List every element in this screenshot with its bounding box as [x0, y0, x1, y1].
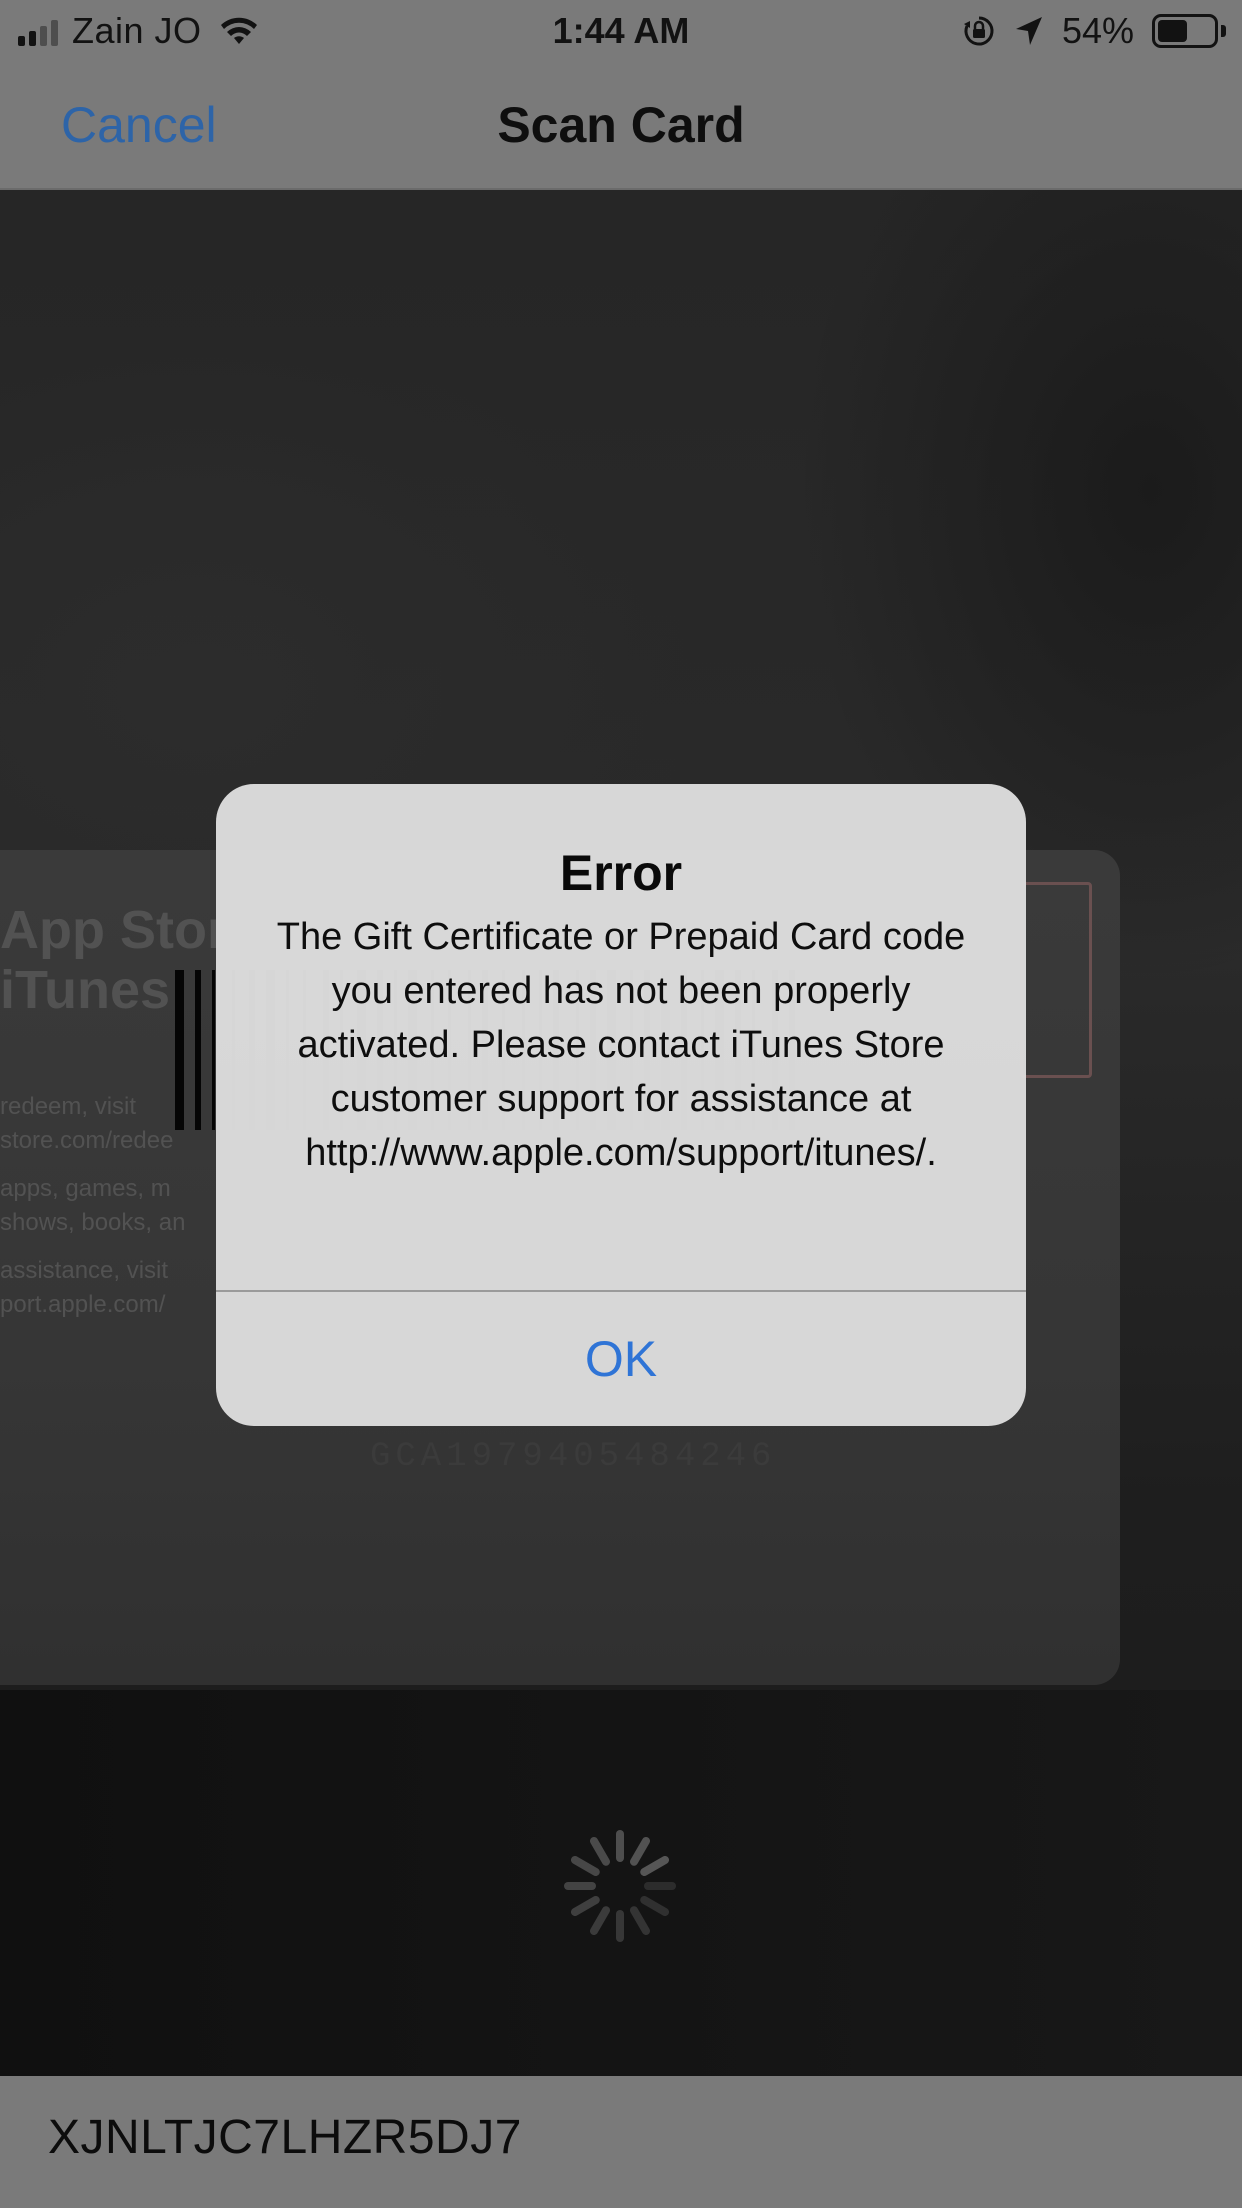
- orientation-lock-icon: [963, 16, 994, 46]
- card-graphic: [1020, 882, 1092, 1078]
- page-title: Scan Card: [497, 97, 745, 153]
- location-arrow-icon: [1015, 17, 1042, 45]
- card-instructions-text: redeem, visit store.com/redee apps, game…: [0, 1093, 186, 1318]
- ok-button[interactable]: OK: [216, 1292, 1026, 1426]
- card-serial-number: GCA1979405484246: [370, 1438, 777, 1476]
- redeem-code-field[interactable]: [48, 2110, 1148, 2165]
- activity-spinner-icon: [564, 1830, 676, 1942]
- scan-card-screen: Zain JO 1:44 AM 54% Cancel Scan Card App…: [0, 0, 1242, 2208]
- alert-title: Error: [559, 845, 683, 901]
- status-right: 54%: [962, 8, 1226, 54]
- code-entry-bar: [0, 2076, 1242, 2208]
- battery-icon: [1152, 14, 1226, 48]
- navigation-bar: Cancel Scan Card: [0, 62, 1242, 190]
- battery-percent: 54%: [1061, 10, 1134, 51]
- alert-message: The Gift Certificate or Prepaid Card cod…: [276, 916, 966, 1174]
- status-bar: Zain JO 1:44 AM 54%: [0, 0, 1242, 62]
- error-alert: Error The Gift Certificate or Prepaid Ca…: [216, 784, 1026, 1426]
